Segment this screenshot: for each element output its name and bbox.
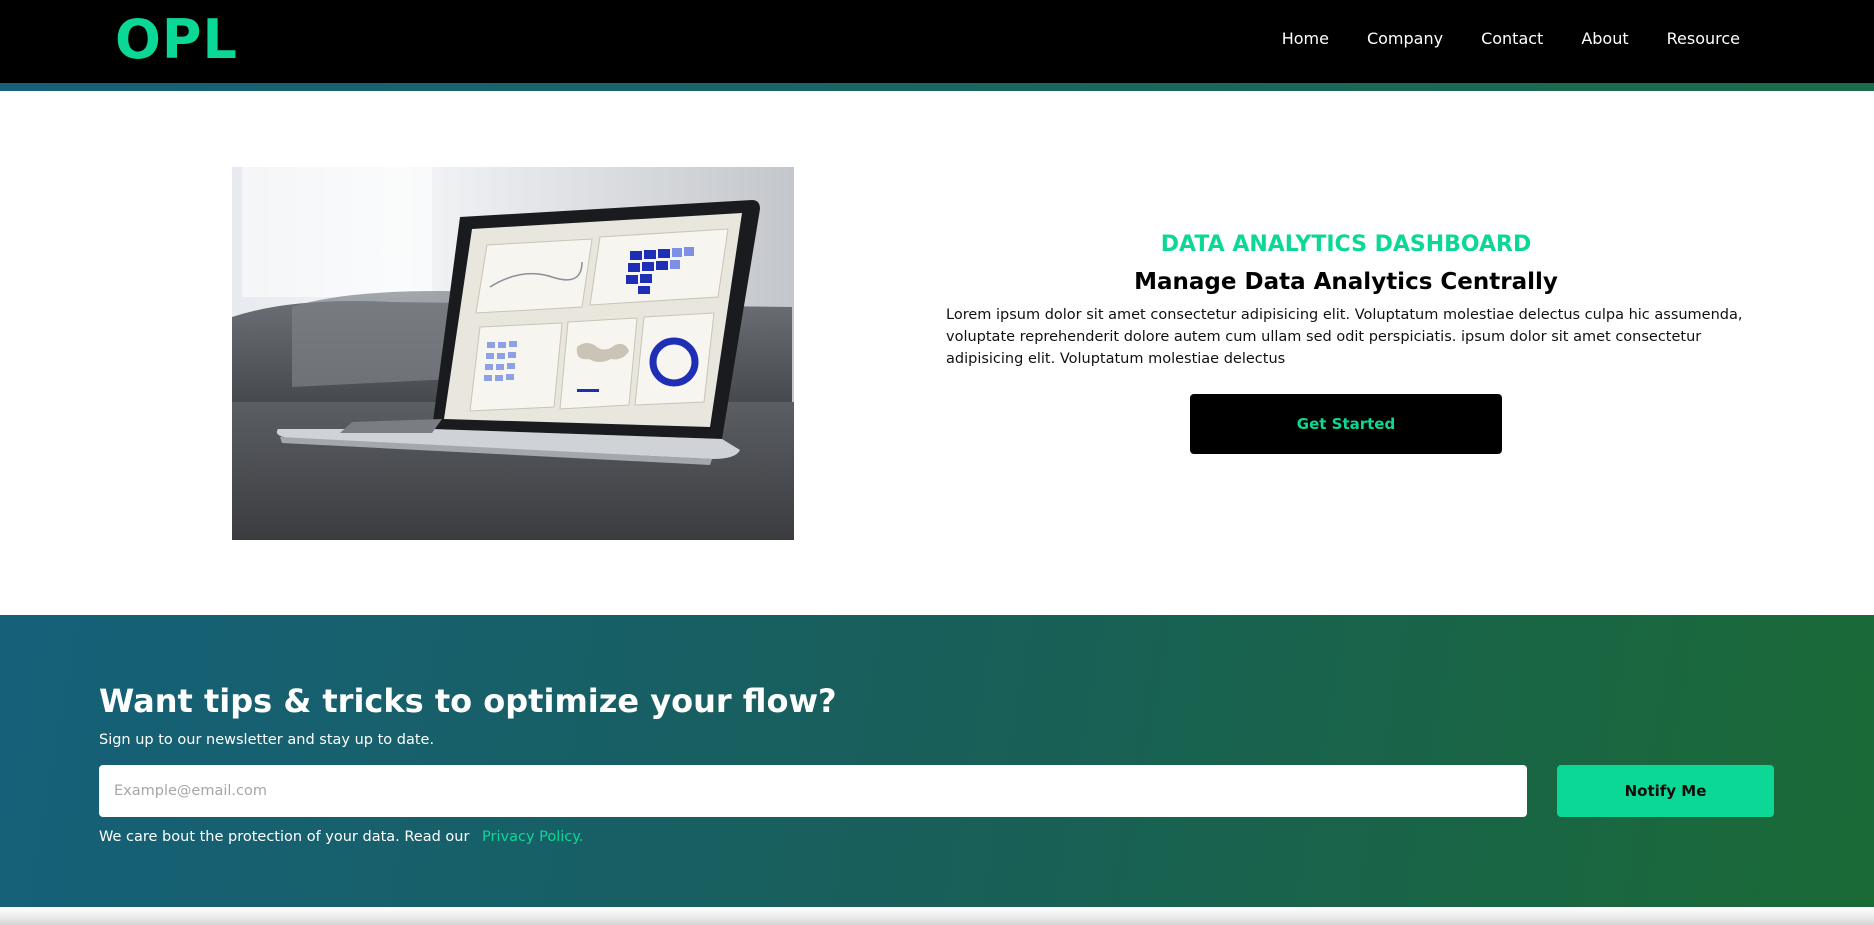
page-bottom-edge: [0, 907, 1874, 925]
hero-eyebrow: DATA ANALYTICS DASHBOARD: [1160, 232, 1532, 257]
notify-me-button[interactable]: Notify Me: [1557, 765, 1774, 817]
newsletter-subtitle: Sign up to our newsletter and stay up to…: [99, 732, 435, 748]
hero-description: Lorem ipsum dolor sit amet consectetur a…: [946, 307, 1743, 367]
nav-contact[interactable]: Contact: [1481, 24, 1543, 54]
hero-headline: Manage Data Analytics Centrally: [1134, 269, 1558, 295]
main-nav: Home Company Contact About Resource: [1244, 24, 1740, 54]
header-accent-bar: [0, 83, 1874, 91]
hero-content: DATA ANALYTICS DASHBOARD Manage Data Ana…: [946, 228, 1746, 454]
privacy-notice: We care bout the protection of your data…: [99, 826, 583, 848]
laptop-illustration: [232, 167, 794, 540]
nav-about[interactable]: About: [1581, 24, 1628, 54]
privacy-text: We care bout the protection of your data…: [99, 829, 470, 845]
logo[interactable]: OPL: [115, 10, 238, 70]
nav-resource[interactable]: Resource: [1667, 24, 1740, 54]
email-field[interactable]: [99, 765, 1527, 817]
get-started-button[interactable]: Get Started: [1190, 394, 1502, 454]
newsletter-title: Want tips & tricks to optimize your flow…: [99, 682, 837, 720]
newsletter-section: Want tips & tricks to optimize your flow…: [0, 615, 1874, 907]
hero-image: [232, 167, 794, 540]
site-header: OPL Home Company Contact About Resource: [0, 0, 1874, 83]
privacy-policy-link[interactable]: Privacy Policy.: [482, 829, 583, 845]
nav-company[interactable]: Company: [1367, 24, 1443, 54]
nav-home[interactable]: Home: [1282, 24, 1329, 54]
